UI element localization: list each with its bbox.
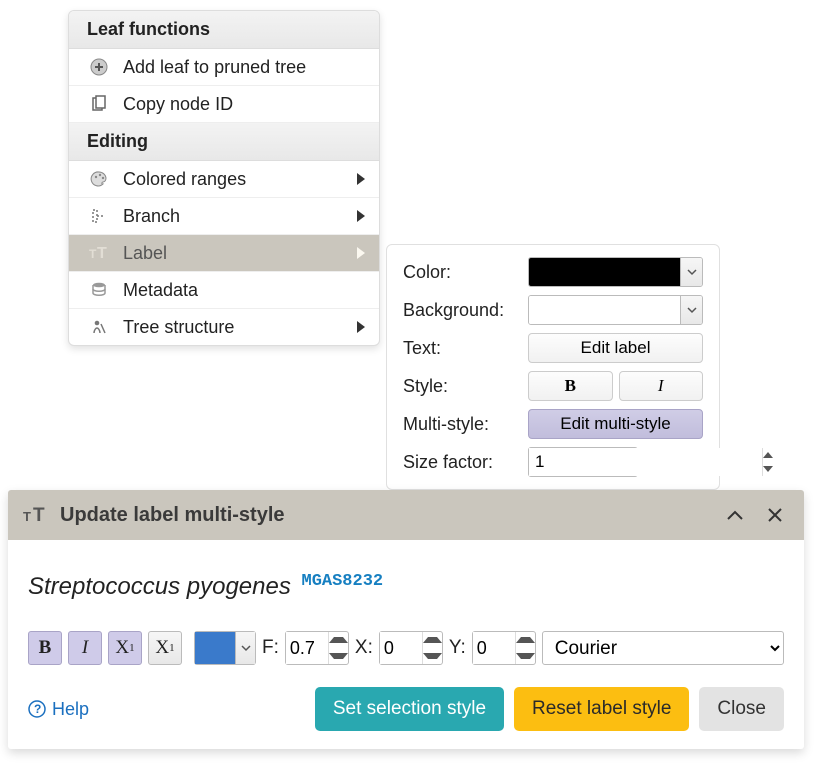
palette-icon <box>87 167 111 191</box>
menu-item-metadata[interactable]: Metadata <box>69 272 379 309</box>
menu-item-label: Metadata <box>123 280 369 301</box>
menu-item-colored-ranges[interactable]: Colored ranges <box>69 161 379 198</box>
set-selection-style-button[interactable]: Set selection style <box>315 687 504 731</box>
dialog-title-text: Update label multi-style <box>60 504 285 527</box>
database-icon <box>87 278 111 302</box>
subscript-button[interactable]: X1 <box>148 631 182 665</box>
help-label: Help <box>52 699 89 720</box>
preview-part-italic: Streptococcus pyogenes <box>28 573 291 600</box>
svg-text:T: T <box>33 505 45 525</box>
edit-label-button[interactable]: Edit label <box>528 333 703 363</box>
label-properties-panel: Color: Background: Text: Edit label <box>386 244 720 490</box>
chevron-right-icon <box>357 210 365 222</box>
stepper-up[interactable] <box>423 632 442 648</box>
text-color-dropdown[interactable] <box>194 631 256 665</box>
bold-toggle-button[interactable]: B <box>528 371 613 401</box>
background-swatch <box>529 296 680 324</box>
svg-text:?: ? <box>34 702 41 716</box>
f-label: F: <box>262 637 279 659</box>
stepper-up[interactable] <box>329 632 348 648</box>
dialog-titlebar: TT Update label multi-style <box>8 490 804 540</box>
plus-circle-icon <box>87 55 111 79</box>
color-swatch <box>195 632 235 664</box>
reset-label-style-button[interactable]: Reset label style <box>514 687 689 731</box>
menu-item-label: Label <box>123 243 369 264</box>
y-stepper[interactable] <box>472 631 536 665</box>
text-icon: TT <box>87 241 111 265</box>
worker-icon <box>87 315 111 339</box>
text-label: Text: <box>403 338 528 359</box>
text-icon: TT <box>22 501 50 529</box>
multistyle-label: Multi-style: <box>403 414 528 435</box>
preview-part-mono-super: MGAS8232 <box>302 572 384 591</box>
close-dialog-button[interactable]: Close <box>699 687 784 731</box>
svg-text:T: T <box>89 247 97 261</box>
f-stepper[interactable] <box>285 631 349 665</box>
font-select[interactable]: Courier <box>542 631 784 665</box>
menu-item-label: Colored ranges <box>123 169 369 190</box>
y-label: Y: <box>449 637 466 659</box>
menu-item-label: Copy node ID <box>123 94 369 115</box>
menu-item-copy-node[interactable]: Copy node ID <box>69 86 379 123</box>
italic-button[interactable]: I <box>68 631 102 665</box>
chevron-down-icon <box>680 296 702 324</box>
sizefactor-stepper[interactable] <box>528 447 638 477</box>
x-stepper[interactable] <box>379 631 443 665</box>
menu-item-label: Branch <box>123 206 369 227</box>
menu-item-branch[interactable]: Branch <box>69 198 379 235</box>
chevron-right-icon <box>357 247 365 259</box>
sizefactor-input[interactable] <box>529 448 762 476</box>
menu-item-label: Tree structure <box>123 317 369 338</box>
chevron-down-icon <box>235 632 255 664</box>
color-dropdown[interactable] <box>528 257 703 287</box>
collapse-button[interactable] <box>720 500 750 530</box>
menu-item-add-leaf[interactable]: Add leaf to pruned tree <box>69 49 379 86</box>
superscript-button[interactable]: X1 <box>108 631 142 665</box>
stepper-up[interactable] <box>763 448 773 462</box>
svg-text:T: T <box>97 245 107 261</box>
italic-toggle-button[interactable]: I <box>619 371 704 401</box>
close-button[interactable] <box>760 500 790 530</box>
branch-icon <box>87 204 111 228</box>
multistyle-dialog: TT Update label multi-style Streptococcu… <box>8 490 804 749</box>
menu-item-label: Add leaf to pruned tree <box>123 57 369 78</box>
stepper-down[interactable] <box>329 648 348 664</box>
context-menu: Leaf functions Add leaf to pruned tree C… <box>68 10 380 346</box>
f-input[interactable] <box>286 632 328 664</box>
color-swatch <box>529 258 680 286</box>
stepper-up[interactable] <box>516 632 535 648</box>
y-input[interactable] <box>473 632 515 664</box>
x-label: X: <box>355 637 373 659</box>
menu-item-label-submenu[interactable]: TT Label <box>69 235 379 272</box>
edit-multistyle-button[interactable]: Edit multi-style <box>528 409 703 439</box>
chevron-right-icon <box>357 173 365 185</box>
stepper-down[interactable] <box>763 462 773 476</box>
copy-icon <box>87 92 111 116</box>
chevron-right-icon <box>357 321 365 333</box>
bold-button[interactable]: B <box>28 631 62 665</box>
sizefactor-label: Size factor: <box>403 452 528 473</box>
help-link[interactable]: ? Help <box>28 699 89 720</box>
background-dropdown[interactable] <box>528 295 703 325</box>
stepper-down[interactable] <box>516 648 535 664</box>
menu-section-header-leaf: Leaf functions <box>69 11 379 49</box>
menu-item-tree-structure[interactable]: Tree structure <box>69 309 379 345</box>
background-label: Background: <box>403 300 528 321</box>
stepper-down[interactable] <box>423 648 442 664</box>
svg-text:T: T <box>23 509 31 524</box>
chevron-down-icon <box>680 258 702 286</box>
color-label: Color: <box>403 262 528 283</box>
label-preview[interactable]: Streptococcus pyogenes MGAS8232 <box>28 572 784 601</box>
style-label: Style: <box>403 376 528 397</box>
x-input[interactable] <box>380 632 422 664</box>
style-toolbar: B I X1 X1 F: X: Y: <box>28 631 784 665</box>
menu-section-header-editing: Editing <box>69 123 379 161</box>
